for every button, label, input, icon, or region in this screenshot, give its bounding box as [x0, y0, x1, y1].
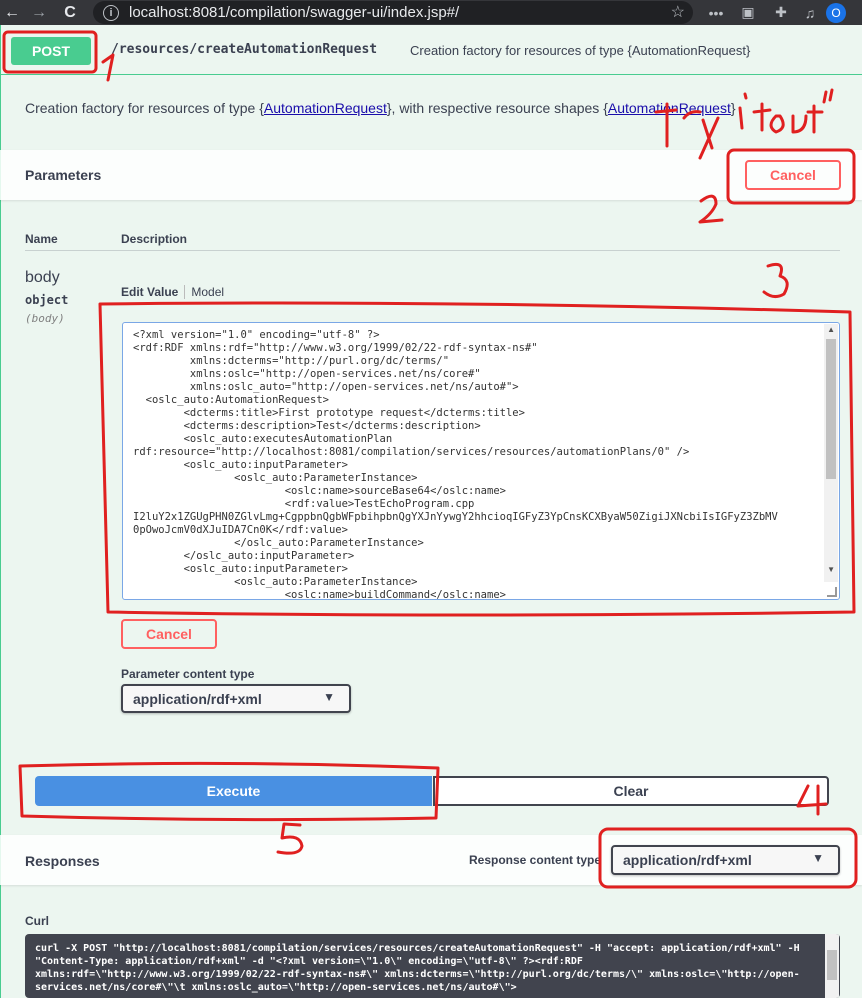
back-icon[interactable]: ← — [0, 0, 24, 25]
site-info-icon[interactable]: i — [103, 4, 119, 21]
address-bar[interactable]: i localhost:8081/compilation/swagger-ui/… — [93, 1, 693, 24]
automation-request-shape-link[interactable]: AutomationRequest — [608, 100, 731, 116]
response-content-type-value: application/rdf+xml — [623, 852, 752, 868]
curl-label: Curl — [25, 914, 49, 928]
tab-edit-value[interactable]: Edit Value — [121, 285, 186, 299]
cancel-body-button[interactable]: Cancel — [121, 619, 217, 649]
description-text: Creation factory for resources of type { — [25, 100, 264, 116]
curl-command[interactable]: curl -X POST "http://localhost:8081/comp… — [35, 942, 815, 994]
editor-scrollbar-thumb[interactable] — [826, 339, 836, 479]
chevron-down-icon: ▼ — [323, 690, 335, 704]
body-editor-textarea[interactable]: <?xml version="1.0" encoding="utf-8" ?> … — [122, 322, 840, 600]
responses-title: Responses — [25, 853, 100, 869]
scroll-up-icon[interactable]: ▲ — [827, 325, 835, 334]
body-editor-content[interactable]: <?xml version="1.0" encoding="utf-8" ?> … — [133, 329, 823, 599]
chevron-down-icon: ▼ — [812, 851, 824, 865]
curl-code-block[interactable]: curl -X POST "http://localhost:8081/comp… — [25, 934, 840, 998]
parameter-name: body — [25, 269, 60, 286]
profile-avatar[interactable]: O — [826, 3, 846, 23]
execute-button[interactable]: Execute — [35, 776, 432, 806]
column-header-description: Description — [121, 232, 188, 246]
bookmark-star-icon[interactable]: ☆ — [671, 2, 685, 22]
operation-description: Creation factory for resources of type {… — [25, 100, 736, 116]
description-text: } — [730, 100, 736, 116]
cancel-try-button[interactable]: Cancel — [745, 160, 841, 190]
resize-grip-icon[interactable] — [827, 587, 837, 597]
browser-toolbar: ← → C i localhost:8081/compilation/swagg… — [0, 0, 862, 25]
operation-summary[interactable]: POST /resources/createAutomationRequest … — [1, 25, 862, 75]
tab-model[interactable]: Model — [185, 285, 224, 299]
method-badge: POST — [11, 37, 91, 65]
automation-request-link[interactable]: AutomationRequest — [264, 100, 387, 116]
extension-icon[interactable]: ▣ — [738, 3, 758, 22]
reload-icon[interactable]: C — [58, 0, 82, 25]
operation-path: /resources/createAutomationRequest — [111, 42, 378, 57]
parameter-type: object — [25, 293, 69, 307]
operation-summary-text: Creation factory for resources of type {… — [410, 43, 751, 58]
response-content-type-label: Response content type — [469, 853, 602, 867]
curl-scrollbar-thumb[interactable] — [827, 950, 837, 980]
forward-icon[interactable]: → — [27, 0, 51, 25]
parameter-content-type-select[interactable]: application/rdf+xml ▼ — [121, 684, 351, 713]
parameter-content-type-value: application/rdf+xml — [133, 690, 262, 707]
description-text: }, with respective resource shapes { — [386, 100, 608, 116]
parameter-content-type-label: Parameter content type — [121, 667, 255, 681]
parameter-location: (body) — [25, 312, 65, 325]
table-divider — [25, 250, 840, 251]
parameters-title: Parameters — [25, 167, 102, 183]
body-tabs: Edit Value Model — [121, 285, 224, 299]
parameters-header: Parameters — [0, 150, 862, 200]
puzzle-extensions-icon[interactable]: ✚ — [771, 3, 791, 22]
column-header-name: Name — [25, 232, 58, 246]
url-text: localhost:8081/compilation/swagger-ui/in… — [129, 4, 460, 21]
menu-dots-icon[interactable]: ••• — [706, 3, 726, 22]
scroll-down-icon[interactable]: ▼ — [827, 565, 835, 574]
media-control-icon[interactable]: ♫ — [800, 3, 820, 22]
response-content-type-select[interactable]: application/rdf+xml ▼ — [611, 845, 840, 875]
clear-button[interactable]: Clear — [433, 776, 829, 806]
